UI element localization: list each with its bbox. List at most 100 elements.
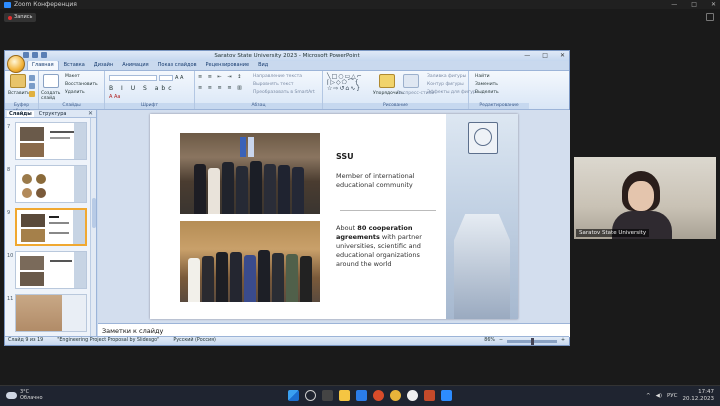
slide-subtitle: Member of international educational comm… — [336, 172, 415, 189]
language-indicator[interactable]: Русский (Россия) — [173, 337, 216, 345]
weather-desc: Облачно — [20, 395, 43, 401]
current-slide[interactable]: SSU Member of international educational … — [150, 114, 518, 319]
slide-thumbnail-selected[interactable]: 9 — [5, 208, 89, 248]
opera-icon[interactable] — [373, 390, 384, 401]
list-buttons[interactable]: ≡ ≡ ⇤ ⇥ ↕ — [198, 74, 243, 80]
clock-time: 17:47 — [698, 389, 714, 395]
ppt-maximize-icon[interactable]: □ — [542, 51, 548, 61]
copy-icon[interactable] — [29, 83, 35, 89]
zoom-icon[interactable] — [441, 390, 452, 401]
powerpoint-icon[interactable] — [424, 390, 435, 401]
task-view-icon[interactable] — [322, 390, 333, 401]
cloud-icon — [6, 391, 17, 399]
file-explorer-icon[interactable] — [339, 390, 350, 401]
new-slide-icon[interactable] — [43, 74, 59, 88]
status-bar: Слайд 9 из 19 "Engineering Project Propo… — [5, 336, 569, 345]
font-color-icon[interactable]: A Aa — [109, 94, 121, 100]
yandex-icon[interactable] — [407, 390, 418, 401]
tab-slides[interactable]: Слайды — [7, 110, 34, 117]
group-label-editing: Редактирование — [469, 103, 529, 109]
edge-icon[interactable] — [356, 390, 367, 401]
slides-pane-scrollbar[interactable] — [90, 118, 96, 337]
zoom-out-icon[interactable]: − — [499, 337, 503, 345]
zoom-level[interactable]: 86% — [484, 337, 495, 345]
group-slides: Создать слайд Макет Восстановить Удалить… — [39, 71, 105, 109]
shape-fill-button[interactable]: Заливка фигуры — [427, 74, 466, 79]
undo-icon[interactable] — [32, 52, 38, 58]
recording-badge[interactable]: Запись — [4, 13, 37, 22]
slide-thumbnail[interactable]: 7 — [5, 122, 89, 162]
font-grow-icon[interactable]: A A — [175, 75, 183, 81]
tab-insert[interactable]: Вставка — [60, 61, 89, 70]
tab-animation[interactable]: Анимация — [118, 61, 152, 70]
slide-notes[interactable]: Заметки к слайду — [98, 323, 570, 337]
zoom-logo-icon — [4, 1, 11, 8]
zoom-window-title: Zoom Конференция — [14, 1, 77, 8]
maximize-icon[interactable]: □ — [691, 0, 697, 9]
delete-button[interactable]: Удалить — [65, 90, 85, 95]
replace-button[interactable]: Заменить — [475, 82, 498, 87]
ppt-titlebar: Saratov State University 2023 - Microsof… — [5, 51, 569, 61]
slide-thumbnail[interactable]: 8 — [5, 165, 89, 205]
building-illustration — [454, 214, 510, 319]
align-buttons[interactable]: ≡ ≡ ≡ ≡ ▥ — [198, 85, 244, 91]
tab-design[interactable]: Дизайн — [90, 61, 117, 70]
view-toggle-icon[interactable] — [706, 13, 714, 21]
slide-decor-panel — [446, 114, 518, 319]
recording-label: Запись — [14, 14, 33, 20]
slide-thumbnail[interactable]: 11 — [5, 294, 89, 334]
theme-name: "Engineering Project Proposal by Slidesg… — [57, 338, 160, 343]
redo-icon[interactable] — [41, 52, 47, 58]
zoom-in-icon[interactable]: + — [561, 337, 565, 345]
paste-icon[interactable] — [10, 74, 26, 88]
quick-styles-icon[interactable] — [403, 74, 419, 88]
paste-button[interactable]: Вставить — [8, 91, 30, 96]
ppt-close-icon[interactable]: ✕ — [560, 51, 565, 61]
reset-button[interactable]: Восстановить — [65, 82, 98, 87]
pane-close-icon[interactable]: ✕ — [88, 110, 93, 117]
select-button[interactable]: Выделить — [475, 90, 499, 95]
tab-home[interactable]: Главная — [27, 60, 59, 70]
tab-outline[interactable]: Структура — [37, 111, 69, 117]
minimize-icon[interactable]: — — [671, 0, 677, 9]
cut-icon[interactable] — [29, 75, 35, 81]
smartart-button[interactable]: Преобразовать в SmartArt — [253, 90, 315, 95]
align-text-button[interactable]: Выровнять текст — [253, 82, 293, 87]
chrome-icon[interactable] — [390, 390, 401, 401]
tab-review[interactable]: Рецензирование — [202, 61, 254, 70]
ppt-window-title: Saratov State University 2023 - Microsof… — [214, 53, 360, 59]
participant-video[interactable]: Saratov State University — [574, 157, 716, 239]
save-icon[interactable] — [23, 52, 29, 58]
find-button[interactable]: Найти — [475, 74, 490, 79]
text-direction-button[interactable]: Направление текста — [253, 74, 302, 79]
university-emblem — [468, 122, 498, 154]
tab-slideshow[interactable]: Показ слайдов — [154, 61, 201, 70]
new-slide-button[interactable]: Создать слайд — [41, 91, 63, 101]
font-name-select[interactable] — [109, 75, 157, 81]
format-painter-icon[interactable] — [29, 91, 35, 97]
scrollbar-thumb[interactable] — [92, 198, 96, 228]
quick-access-toolbar — [23, 52, 47, 58]
font-format-buttons[interactable]: B I U S abc — [109, 85, 175, 92]
weather-widget[interactable]: 3°C Облачно — [6, 389, 43, 401]
tab-view[interactable]: Вид — [254, 61, 272, 70]
shape-outline-button[interactable]: Контур фигуры — [427, 82, 464, 87]
slide-thumbnail[interactable]: 10 — [5, 251, 89, 291]
windows-start-icon[interactable] — [288, 390, 299, 401]
clock[interactable]: 17:47 20.12.2023 — [683, 389, 715, 403]
zoom-slider[interactable] — [506, 337, 557, 345]
arrange-icon[interactable] — [379, 74, 395, 88]
search-icon[interactable] — [305, 390, 316, 401]
ppt-minimize-icon[interactable]: — — [524, 51, 530, 61]
office-button[interactable] — [7, 55, 25, 73]
layout-button[interactable]: Макет — [65, 74, 80, 79]
slides-pane-tabs: Слайды Структура ✕ — [5, 110, 96, 118]
volume-icon[interactable]: ◀) — [656, 393, 662, 399]
close-icon[interactable]: ✕ — [711, 0, 716, 9]
language-switch[interactable]: РУС — [667, 393, 678, 399]
tray-chevron-icon[interactable]: ^ — [646, 393, 651, 399]
taskbar-apps — [288, 390, 452, 401]
shapes-gallery[interactable]: ╲□○▭△⌐ ⌈▷◇⬠⌒{☆⇨↺⌂∿} — [327, 74, 363, 92]
font-size-select[interactable] — [159, 75, 173, 81]
participant-name: Saratov State University — [576, 229, 650, 237]
